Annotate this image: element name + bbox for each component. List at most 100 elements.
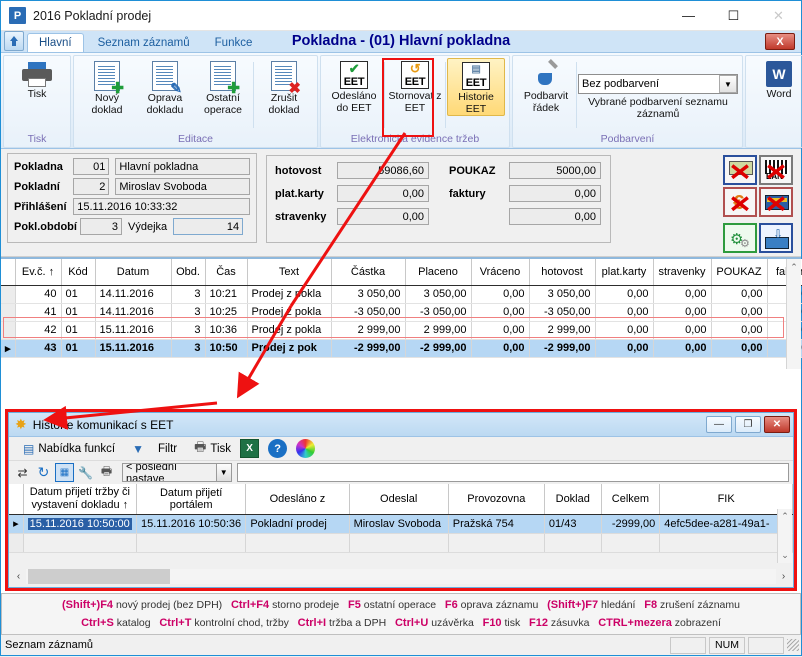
input-pokladna-name[interactable]: Hlavní pokladna xyxy=(115,158,250,175)
table-row[interactable]: 41 01 14.11.2016 3 10:25 Prodej z pokla … xyxy=(1,303,802,322)
printer-small-icon[interactable]: 🖶 xyxy=(97,463,116,482)
eet-col-fik[interactable]: FIK xyxy=(659,484,793,515)
bank-card-disabled-icon[interactable] xyxy=(759,187,793,217)
cell-hotovost: 2 999,00 xyxy=(529,321,596,340)
scroll-down-icon[interactable]: ⌄ xyxy=(781,550,789,561)
scroll-up-icon[interactable]: ⌃ xyxy=(781,511,789,522)
window-close-button[interactable]: ✕ xyxy=(756,1,801,30)
ribbon-close-button[interactable]: X xyxy=(765,33,795,50)
scroll-right-icon[interactable]: › xyxy=(776,571,791,582)
eet-cell-datum-trzby[interactable]: 15.11.2016 10:50:00 xyxy=(23,514,138,534)
cash-drawer-icon[interactable]: ⇩ xyxy=(759,223,793,253)
ribbon-button-zrusit-doklad[interactable]: ✖ Zrušit doklad xyxy=(255,58,313,116)
eet-toolbar-filtr[interactable]: ▼ Filtr xyxy=(132,442,177,456)
ribbon-button-stornovat-z-eet[interactable]: ↺ EET Stornovat z EET xyxy=(386,58,444,114)
eet-horizontal-scrollbar[interactable]: ‹ › xyxy=(11,568,791,585)
input-pokladni-code[interactable]: 2 xyxy=(72,178,110,195)
col-vraceno[interactable]: Vráceno xyxy=(471,259,530,286)
eet-hscroll-track[interactable] xyxy=(26,569,776,584)
ribbon-button-label: Historie EET xyxy=(458,91,494,115)
euro-disabled-icon[interactable]: € xyxy=(723,187,757,217)
eet-col-datum-trzby[interactable]: Datum přijetí tržby či vystavení dokladu… xyxy=(23,484,138,515)
eet-cell-odeslano-z: Pokladní prodej xyxy=(245,514,350,534)
col-datum[interactable]: Datum xyxy=(95,259,172,286)
input-pokladna-code[interactable]: 01 xyxy=(72,158,110,175)
col-hotovost[interactable]: hotovost xyxy=(529,259,596,286)
eet-table-row-selected[interactable]: ▸ 15.11.2016 10:50:00 15.11.2016 10:50:3… xyxy=(9,514,793,534)
eet-col-provozovna[interactable]: Provozovna xyxy=(448,484,545,515)
ribbon-button-word[interactable]: W Word xyxy=(750,58,802,101)
col-kod[interactable]: Kód xyxy=(61,259,96,286)
tab-funkce[interactable]: Funkce xyxy=(204,34,264,52)
table-row-selected[interactable]: ▸ 43 01 15.11.2016 3 10:50 Prodej z pok … xyxy=(1,339,802,358)
eet-col-doklad[interactable]: Doklad xyxy=(544,484,602,515)
window-maximize-button[interactable]: ☐ xyxy=(711,1,756,30)
row-marker xyxy=(1,321,16,340)
input-pokl-obdobi[interactable]: 3 xyxy=(80,218,122,235)
eet-dialog-restore[interactable]: ❐ xyxy=(735,416,761,433)
tab-hlavni[interactable]: Hlavní xyxy=(27,33,84,52)
col-stravenky[interactable]: stravenky xyxy=(653,259,712,286)
input-pokladni-name[interactable]: Miroslav Svoboda xyxy=(115,178,250,195)
table-row[interactable]: 42 01 15.11.2016 3 10:36 Prodej z pokla … xyxy=(1,321,802,340)
home-orb-icon[interactable] xyxy=(4,31,24,51)
eet-cell-empty xyxy=(448,533,545,553)
swap-icon[interactable]: ⇄ xyxy=(13,463,32,482)
eet-table-row-empty[interactable] xyxy=(9,533,793,553)
ribbon-button-podbarvit-radek[interactable]: Podbarvit řádek xyxy=(517,58,575,114)
col-castka[interactable]: Částka xyxy=(331,259,406,286)
wrench-icon[interactable]: 🔧 xyxy=(76,463,95,482)
ribbon-button-oprava-dokladu[interactable]: ✎ Oprava dokladu xyxy=(136,58,194,116)
eet-settings-combo[interactable]: < poslední nastave ▼ xyxy=(122,463,232,482)
ribbon-button-tisk[interactable]: Tisk xyxy=(8,58,66,101)
eet-dialog-minimize[interactable]: — xyxy=(706,416,732,433)
eet-toolbar-tisk[interactable]: 🖶 Tisk xyxy=(194,438,231,460)
color-wheel-icon[interactable] xyxy=(296,439,316,458)
eet-hscroll-thumb[interactable] xyxy=(28,569,170,584)
shortcut-key: Ctrl+S xyxy=(81,617,114,629)
refresh-icon[interactable]: ↻ xyxy=(34,463,53,482)
eet-toolbar-nabidka-funkci[interactable]: ▤ Nabídka funkcí xyxy=(23,442,115,456)
eet-cell-odeslal: Miroslav Svoboda xyxy=(349,514,449,534)
chevron-down-icon[interactable]: ▼ xyxy=(215,464,231,481)
records-vertical-scrollbar[interactable]: ⌃ xyxy=(786,259,801,369)
col-poukaz[interactable]: POUKAZ xyxy=(711,259,768,286)
shortcut-key: F8 xyxy=(644,599,658,611)
eet-search-input[interactable] xyxy=(237,463,789,482)
excel-export-icon[interactable]: X xyxy=(240,439,260,458)
col-evc[interactable]: Ev.č. ↑ xyxy=(15,259,62,286)
ribbon-button-historie-eet[interactable]: ▤ EET Historie EET xyxy=(447,58,505,116)
eet-col-odeslal[interactable]: Odeslal xyxy=(349,484,449,515)
menu-list-icon: ▤ xyxy=(23,441,35,456)
table-row[interactable]: 40 01 14.11.2016 3 10:21 Prodej z pokla … xyxy=(1,285,802,304)
help-icon[interactable]: ? xyxy=(268,439,288,458)
tab-seznam-zaznamu[interactable]: Seznam záznamů xyxy=(87,34,201,52)
barcode-disabled-icon[interactable]: EAN xyxy=(759,155,793,185)
eet-dialog-close[interactable]: ✕ xyxy=(764,416,790,433)
ribbon-toolbar: Tisk Tisk ✚ Nový doklad ✎ Oprava dokladu xyxy=(1,53,802,149)
resize-grip-icon[interactable] xyxy=(787,639,799,651)
col-platkarty[interactable]: plat.karty xyxy=(595,259,654,286)
input-vydejka[interactable]: 14 xyxy=(173,218,244,235)
eet-col-celkem[interactable]: Celkem xyxy=(601,484,661,515)
eet-col-datum-portalem[interactable]: Datum přijetí portálem xyxy=(136,484,247,515)
podbarveni-combo[interactable]: Bez podbarvení ▼ xyxy=(578,74,738,94)
eet-vertical-scrollbar[interactable]: ⌃ ⌄ xyxy=(777,509,792,563)
col-obd[interactable]: Obd. xyxy=(171,259,206,286)
table-view-icon[interactable]: ▦ xyxy=(55,463,74,482)
ribbon-group-podbarveni: Podbarvit řádek Bez podbarvení ▼ Vybrané… xyxy=(512,55,743,148)
status-bar-text: Seznam záznamů xyxy=(5,639,94,651)
ribbon-button-ostatni-operace[interactable]: ✚ Ostatní operace xyxy=(194,58,252,116)
funnel-icon: ▼ xyxy=(132,441,144,456)
col-text[interactable]: Text xyxy=(247,259,332,286)
display-disabled-icon[interactable] xyxy=(723,155,757,185)
eet-col-odeslano-z[interactable]: Odesláno z xyxy=(245,484,350,515)
ribbon-button-odeslano-do-eet[interactable]: ✔ EET Odesláno do EET xyxy=(325,58,383,114)
ribbon-button-novy-doklad[interactable]: ✚ Nový doklad xyxy=(78,58,136,116)
settings-gears-icon[interactable]: ⚙ ⚙ xyxy=(723,223,757,253)
col-cas[interactable]: Čas xyxy=(205,259,248,286)
window-minimize-button[interactable]: — xyxy=(666,1,711,30)
col-placeno[interactable]: Placeno xyxy=(405,259,472,286)
scroll-left-icon[interactable]: ‹ xyxy=(11,571,26,582)
chevron-down-icon[interactable]: ▼ xyxy=(719,75,737,93)
